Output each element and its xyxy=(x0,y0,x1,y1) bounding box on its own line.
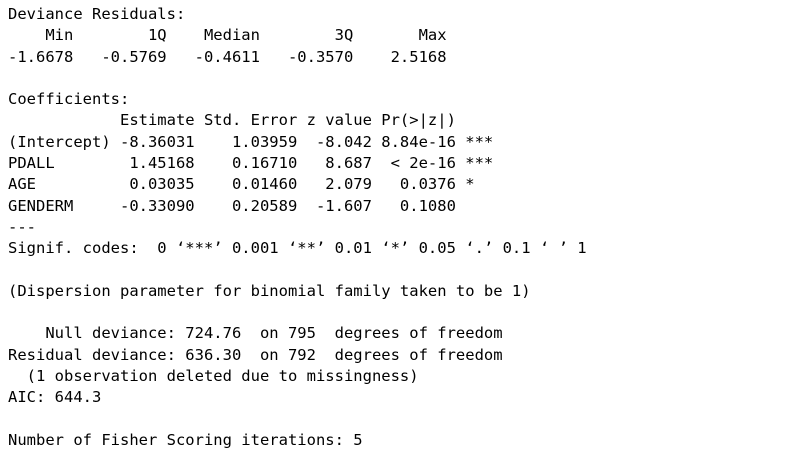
deviance-residuals-values: -1.6678 -0.5769 -0.4611 -0.3570 2.5168 xyxy=(8,47,466,66)
signif-codes: Signif. codes: 0 ‘***’ 0.001 ‘**’ 0.01 ‘… xyxy=(8,239,587,258)
aic-value: AIC: 644.3 xyxy=(8,388,102,407)
coefficient-row: (Intercept) -8.36031 1.03959 -8.042 8.84… xyxy=(8,132,494,151)
coefficient-row: AGE 0.03035 0.01460 2.079 0.0376 * xyxy=(8,175,494,194)
missingness-note: (1 observation deleted due to missingnes… xyxy=(8,367,419,386)
deviance-residuals-title: Deviance Residuals: xyxy=(8,5,186,23)
fisher-iterations: Number of Fisher Scoring iterations: 5 xyxy=(8,430,363,449)
r-console-output: Deviance Residuals: Min 1Q Median 3Q Max… xyxy=(8,4,808,451)
dispersion-note: (Dispersion parameter for binomial famil… xyxy=(8,281,531,300)
coefficients-title: Coefficients: xyxy=(8,90,130,109)
coefficients-header: Estimate Std. Error z value Pr(>|z|) xyxy=(8,111,494,130)
null-deviance: Null deviance: 724.76 on 795 degrees of … xyxy=(8,324,503,343)
residual-deviance: Residual deviance: 636.30 on 792 degrees… xyxy=(8,345,503,364)
coefficient-row: PDALL 1.45168 0.16710 8.687 < 2e-16 *** xyxy=(8,154,494,173)
separator-line: --- xyxy=(8,217,36,236)
deviance-residuals-header: Min 1Q Median 3Q Max xyxy=(8,26,466,45)
coefficient-row: GENDERM -0.33090 0.20589 -1.607 0.1080 xyxy=(8,196,494,215)
